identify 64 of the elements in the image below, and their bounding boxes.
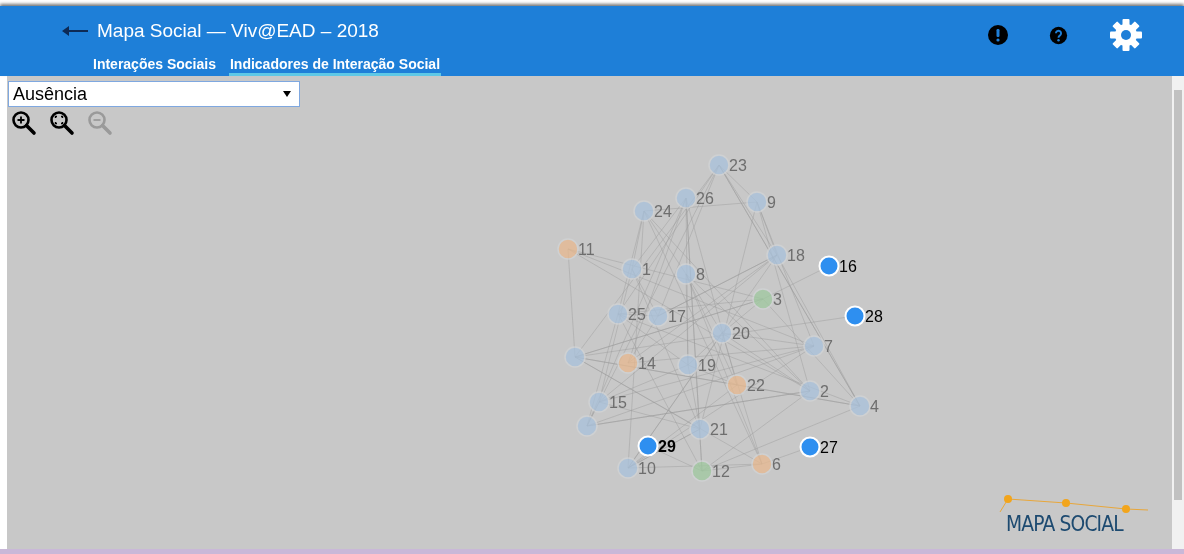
graph-node[interactable] <box>564 346 586 368</box>
graph-node[interactable] <box>691 460 713 482</box>
node-label: 10 <box>638 460 656 477</box>
node-label: 24 <box>654 203 672 220</box>
graph-node[interactable] <box>617 352 639 374</box>
help-icon[interactable] <box>1049 25 1068 45</box>
tab[interactable]: Interações Sociais <box>92 56 217 76</box>
graph-node[interactable] <box>711 322 733 344</box>
node-label: 7 <box>824 338 833 355</box>
back-arrow-icon[interactable] <box>62 25 88 37</box>
node-label: 3 <box>773 291 782 308</box>
node-label: 12 <box>712 463 730 480</box>
node-label: 22 <box>747 377 765 394</box>
node-label: 17 <box>668 308 686 325</box>
graph-node[interactable] <box>675 187 697 209</box>
zoom-in-icon[interactable] <box>11 110 37 136</box>
graph-node[interactable] <box>675 263 697 285</box>
node-label: 11 <box>578 241 595 258</box>
graph-node[interactable] <box>588 391 610 413</box>
graph-node[interactable] <box>617 457 639 479</box>
graph-node[interactable] <box>647 305 669 327</box>
graph-node[interactable] <box>799 380 821 402</box>
graph-node[interactable] <box>607 303 629 325</box>
node-label: 23 <box>729 157 747 174</box>
node-label: 25 <box>628 306 646 323</box>
graph-node[interactable] <box>726 374 748 396</box>
graph-node[interactable] <box>752 288 774 310</box>
graph-node[interactable] <box>576 415 598 437</box>
graph-node[interactable] <box>766 244 788 266</box>
indicator-select[interactable]: Ausência <box>8 81 300 107</box>
node-label: 19 <box>698 357 716 374</box>
zoom-reset-icon[interactable] <box>49 110 75 136</box>
graph-node[interactable] <box>751 453 773 475</box>
settings-icon[interactable] <box>1108 17 1144 53</box>
graph-node[interactable] <box>689 418 711 440</box>
graph-node[interactable] <box>677 354 699 376</box>
node-label: 4 <box>870 398 879 415</box>
node-label: 6 <box>772 456 781 473</box>
node-label: 29 <box>658 438 676 455</box>
dropdown-caret-icon <box>283 91 291 97</box>
alert-icon[interactable] <box>987 24 1009 46</box>
graph-node[interactable] <box>803 335 825 357</box>
node-label: 1 <box>642 261 651 278</box>
node-label: 20 <box>732 325 750 342</box>
node-label: 28 <box>865 308 883 325</box>
scrollbar[interactable] <box>1172 76 1184 549</box>
mapa-social-logo: MAPA SOCIAL <box>998 495 1158 545</box>
node-label: 15 <box>609 394 627 411</box>
graph-node[interactable] <box>621 258 643 280</box>
node-label: 16 <box>839 258 857 275</box>
graph-node[interactable] <box>849 395 871 417</box>
node-label: 8 <box>696 266 705 283</box>
graph-node[interactable] <box>746 191 768 213</box>
node-label: 9 <box>767 194 776 211</box>
node-label: 26 <box>696 190 714 207</box>
app-title: Mapa Social — Viv@EAD – 2018 <box>97 20 379 42</box>
graph-node[interactable] <box>708 154 730 176</box>
graph-node[interactable] <box>557 238 579 260</box>
node-label: 21 <box>710 421 728 438</box>
node-label: 18 <box>787 247 805 264</box>
node-label: 2 <box>820 383 829 400</box>
node-label: 14 <box>638 355 656 372</box>
graph-node[interactable] <box>633 200 655 222</box>
node-label: 27 <box>820 439 838 456</box>
